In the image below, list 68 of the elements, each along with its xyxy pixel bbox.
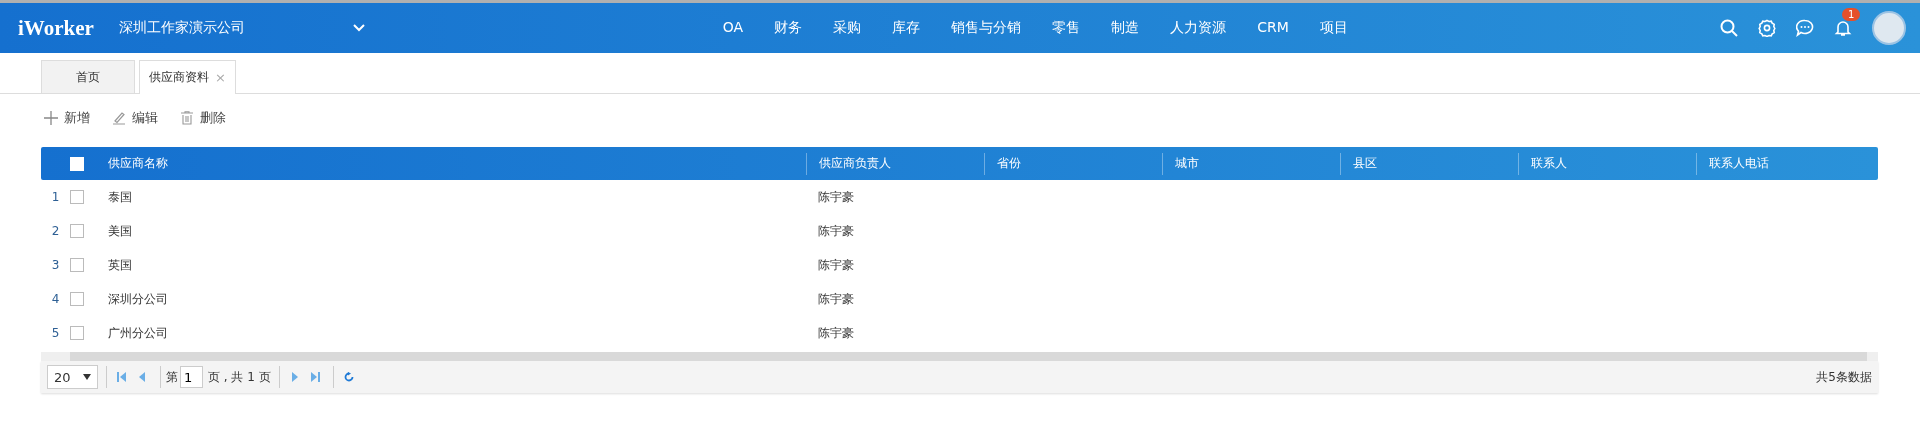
pencil-icon: [112, 111, 126, 125]
row-checkbox[interactable]: [70, 292, 84, 306]
bell-icon[interactable]: [1834, 19, 1852, 37]
table-cell: 英国: [108, 256, 132, 274]
column-header[interactable]: 供应商负责人: [819, 155, 891, 172]
row-checkbox[interactable]: [70, 258, 84, 272]
chat-icon[interactable]: [1796, 19, 1814, 37]
record-count: 共5条数据: [1816, 368, 1872, 386]
table-cell: 陈宇豪: [818, 290, 854, 308]
column-header[interactable]: 联系人: [1531, 155, 1567, 172]
nav-item[interactable]: 人力资源: [1157, 19, 1240, 37]
table-cell: 广州分公司: [108, 324, 168, 342]
page-total: 页 , 共 1 页: [208, 368, 271, 386]
nav-item[interactable]: 零售: [1039, 19, 1094, 37]
row-number: 4: [50, 292, 61, 306]
row-checkbox[interactable]: [70, 190, 84, 204]
refresh-icon[interactable]: [343, 372, 354, 382]
notification-badge: 1: [1842, 8, 1861, 21]
row-checkbox[interactable]: [70, 326, 84, 340]
column-header[interactable]: 联系人电话: [1709, 155, 1769, 172]
column-header[interactable]: 供应商名称: [108, 155, 168, 172]
page-tab[interactable]: 首页: [41, 60, 135, 93]
nav-item[interactable]: 采购: [820, 19, 875, 37]
nav-item[interactable]: 项目: [1306, 19, 1361, 37]
row-number: 3: [50, 258, 61, 272]
row-number: 2: [50, 224, 61, 238]
add-button[interactable]: 新增: [44, 108, 90, 128]
table-cell: 深圳分公司: [108, 290, 168, 308]
nav-item[interactable]: 财务: [761, 19, 816, 37]
row-checkbox[interactable]: [70, 224, 84, 238]
table-cell: 陈宇豪: [818, 188, 854, 206]
nav-item[interactable]: 制造: [1098, 19, 1153, 37]
page-tab[interactable]: 供应商资料 ×: [139, 60, 236, 94]
previous-page-icon[interactable]: [137, 372, 147, 382]
company-name[interactable]: 深圳工作家演示公司: [118, 19, 245, 37]
nav-item[interactable]: CRM: [1244, 19, 1302, 37]
row-number: 1: [50, 190, 61, 204]
table-cell: 泰国: [108, 188, 132, 206]
search-icon[interactable]: [1720, 19, 1738, 37]
trash-icon: [180, 111, 194, 125]
horizontal-scrollbar[interactable]: [41, 352, 1878, 361]
select-all-checkbox[interactable]: [70, 156, 84, 171]
column-header[interactable]: 城市: [1175, 155, 1199, 172]
nav-item[interactable]: 销售与分销: [938, 19, 1035, 37]
table-cell: 陈宇豪: [818, 222, 854, 240]
app-logo[interactable]: iWorker: [18, 15, 94, 41]
plus-icon: [44, 111, 58, 125]
column-header[interactable]: 省份: [997, 155, 1021, 172]
chevron-down-icon[interactable]: [352, 24, 365, 32]
nav-item[interactable]: 库存: [879, 19, 934, 37]
table-cell: 陈宇豪: [818, 256, 854, 274]
table-cell: 美国: [108, 222, 132, 240]
page-label: 第: [166, 368, 178, 386]
edit-button[interactable]: 编辑: [112, 108, 158, 128]
nav-item[interactable]: OA: [709, 19, 757, 37]
column-header[interactable]: 县区: [1353, 155, 1377, 172]
user-avatar[interactable]: [1872, 11, 1906, 45]
first-page-icon[interactable]: [117, 372, 127, 382]
page-input[interactable]: 1: [180, 366, 203, 388]
next-page-icon[interactable]: [289, 372, 300, 382]
page-size-select[interactable]: 20: [47, 365, 98, 389]
last-page-icon[interactable]: [309, 372, 320, 382]
delete-button[interactable]: 删除: [180, 108, 226, 128]
row-number: 5: [50, 326, 61, 340]
close-icon[interactable]: ×: [215, 70, 226, 85]
table-cell: 陈宇豪: [818, 324, 854, 342]
caret-down-icon[interactable]: [83, 374, 91, 380]
settings-icon[interactable]: [1758, 19, 1776, 37]
